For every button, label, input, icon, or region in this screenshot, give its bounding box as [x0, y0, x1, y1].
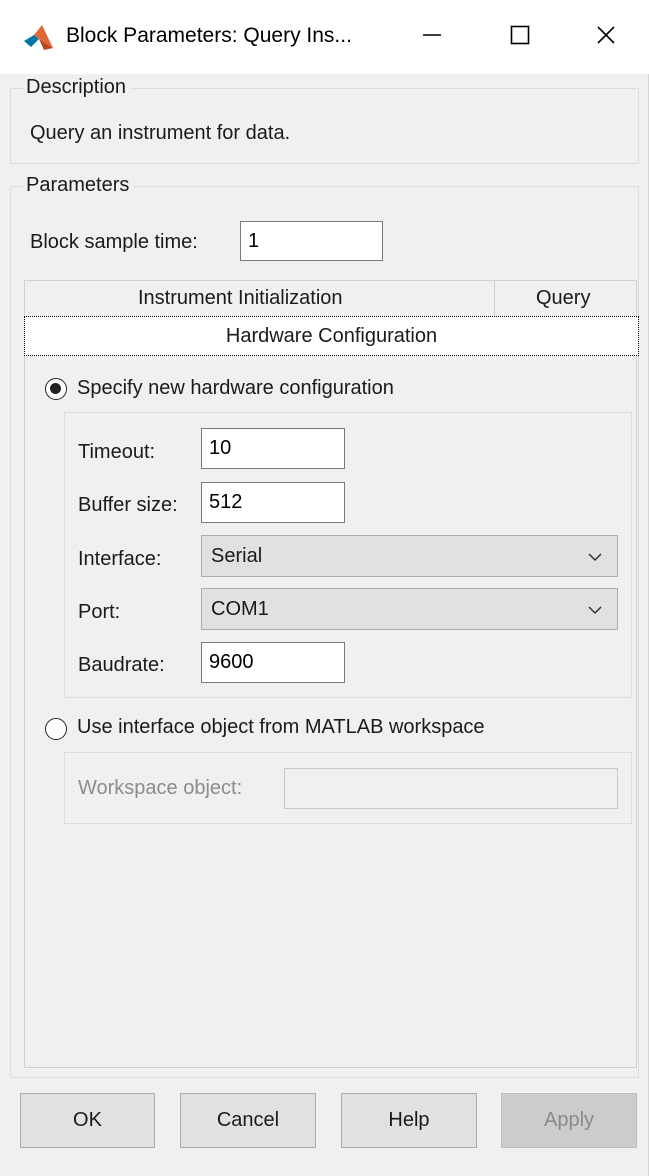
minimize-button[interactable] — [406, 14, 458, 62]
buffer-size-label: Buffer size: — [78, 494, 178, 516]
chevron-down-icon — [587, 601, 603, 617]
baudrate-input[interactable]: 9600 — [201, 642, 345, 683]
radio-selected-dot — [50, 383, 61, 394]
ok-button[interactable]: OK — [20, 1093, 155, 1148]
close-button[interactable] — [580, 14, 632, 62]
timeout-input[interactable]: 10 — [201, 428, 345, 469]
use-workspace-object-radio[interactable] — [45, 718, 67, 740]
specify-new-radio[interactable] — [45, 378, 67, 400]
minimize-icon — [421, 24, 443, 52]
port-label: Port: — [78, 601, 121, 623]
description-legend: Description — [24, 76, 131, 99]
block-parameters-dialog: Block Parameters: Query Ins... Descripti… — [0, 0, 649, 1176]
tab-hardware-configuration[interactable]: Hardware Configuration — [24, 316, 639, 356]
tab-query[interactable]: Query — [536, 287, 590, 310]
tab-divider — [494, 280, 495, 318]
sample-time-label: Block sample time: — [30, 231, 198, 253]
close-icon — [595, 24, 617, 52]
specify-new-label[interactable]: Specify new hardware configuration — [77, 377, 394, 400]
baudrate-label: Baudrate: — [78, 654, 165, 676]
chevron-down-icon — [587, 548, 603, 564]
workspace-object-input[interactable] — [284, 768, 618, 809]
help-button[interactable]: Help — [341, 1093, 477, 1148]
interface-selected-value: Serial — [211, 544, 263, 567]
sample-time-input[interactable]: 1 — [240, 221, 383, 261]
interface-dropdown[interactable]: Serial — [201, 535, 618, 577]
matlab-logo-icon — [22, 24, 54, 52]
maximize-button[interactable] — [494, 14, 546, 62]
workspace-object-label: Workspace object: — [78, 777, 243, 799]
buffer-size-input[interactable]: 512 — [201, 482, 345, 523]
tab-instrument-initialization[interactable]: Instrument Initialization — [138, 287, 343, 310]
parameters-legend: Parameters — [24, 174, 134, 197]
maximize-icon — [509, 24, 531, 52]
use-workspace-object-label[interactable]: Use interface object from MATLAB workspa… — [77, 716, 485, 739]
port-dropdown[interactable]: COM1 — [201, 588, 618, 630]
window-title: Block Parameters: Query Ins... — [66, 24, 352, 47]
interface-label: Interface: — [78, 548, 162, 570]
apply-button[interactable]: Apply — [501, 1093, 637, 1148]
description-text: Query an instrument for data. — [30, 122, 291, 144]
cancel-button[interactable]: Cancel — [180, 1093, 316, 1148]
timeout-label: Timeout: — [78, 441, 156, 463]
port-selected-value: COM1 — [211, 597, 269, 620]
title-bar[interactable]: Block Parameters: Query Ins... — [0, 0, 649, 74]
